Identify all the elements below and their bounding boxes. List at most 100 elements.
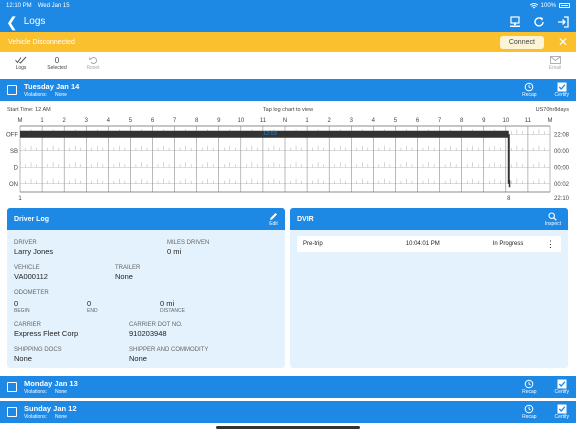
cursor-time-label: 12:03: [263, 131, 277, 137]
certify-check-icon: [557, 379, 567, 389]
logs-tool-label: Logs: [15, 65, 27, 71]
logs-tool[interactable]: Logs: [10, 55, 32, 71]
more-vert-icon[interactable]: ⋮: [546, 239, 555, 249]
checkmarks-icon: [15, 55, 27, 65]
day-date: Monday Jan 13: [24, 379, 78, 388]
back-icon[interactable]: ❮: [6, 15, 18, 29]
day-violations: Violations: None: [24, 414, 67, 420]
vehicle-connect-icon[interactable]: [508, 15, 522, 29]
vehicle-disconnected-banner: Vehicle Disconnected Connect ✕: [0, 32, 576, 52]
hour-tick-label: 4: [372, 118, 376, 124]
hour-tick-label: 5: [129, 118, 133, 124]
recap-button[interactable]: Recap: [522, 404, 537, 420]
status-row-label: ON: [9, 182, 18, 188]
page-title: Logs: [23, 16, 46, 27]
hour-tick-label: 8: [460, 118, 464, 124]
day-violations: Violations: None: [24, 389, 67, 395]
dvir-title: DVIR: [297, 215, 314, 223]
day-checkbox[interactable]: [7, 85, 17, 95]
day-actions: Recap Certify: [522, 404, 569, 420]
recap-button[interactable]: Recap: [522, 82, 537, 98]
odometer-distance: 0 mi DISTANCE: [160, 299, 185, 314]
recap-label: Recap: [522, 414, 537, 420]
status-row-label: OFF: [6, 132, 18, 138]
status-row-label: SB: [10, 149, 18, 155]
status-row-label: D: [14, 165, 19, 171]
home-indicator: [216, 426, 360, 429]
carrier-field: CARRIER Express Fleet Corp: [14, 322, 79, 338]
status-right: 100%: [529, 2, 570, 9]
row-total-label: 00:00: [554, 149, 570, 155]
miles-field: MILES DRIVEN 0 mi: [167, 240, 210, 256]
dvir-row[interactable]: Pre-trip 10:04:01 PM In Progress ⋮: [297, 236, 561, 252]
day-checkbox[interactable]: [7, 382, 17, 392]
undo-icon: [88, 55, 98, 65]
dvir-status: In Progress: [492, 241, 524, 247]
hour-tick-label: 9: [217, 118, 221, 124]
day-row-jan-13[interactable]: Monday Jan 13 Violations: None Recap Cert…: [0, 376, 576, 398]
pencil-icon: [270, 212, 277, 220]
chart-ruleset: US70hr8days: [535, 107, 569, 113]
hour-tick-label: 11: [525, 118, 532, 124]
shipping-docs-field: SHIPPING DOCS None: [14, 347, 62, 363]
hour-tick-label: 11: [260, 118, 267, 124]
close-icon[interactable]: ✕: [558, 35, 568, 49]
log-grid[interactable]: M 1 2 3 4 5 6 7 8 9 10 11 N 1 2 3 4 5 6 7 8 9 10 11 M OFF 22:08 SB 0…: [0, 114, 576, 200]
recap-button[interactable]: Recap: [522, 379, 537, 395]
dvir-panel: DVIR Inspect Pre-trip 10:04:01 PM In Pro…: [290, 208, 568, 368]
day-checkbox[interactable]: [7, 407, 17, 417]
hour-tick-label: 1: [40, 118, 44, 124]
trailer-field: TRAILER None: [115, 265, 141, 281]
battery-percent: 100%: [540, 2, 556, 9]
selected-counter: 0 Selected: [46, 55, 68, 72]
hour-tick-label: 8: [195, 118, 199, 124]
driver-log-panel: Driver Log Edit DRIVER Larry Jones MILES …: [7, 208, 285, 368]
connect-button[interactable]: Connect: [499, 35, 544, 49]
log-chart[interactable]: Start Time: 12 AM Tap log chart to view …: [0, 104, 576, 200]
bottom-marker-label: 8: [507, 196, 511, 200]
hour-tick-label: 4: [107, 118, 111, 124]
odometer-begin: 0 BEGIN: [14, 299, 30, 314]
inspect-label: Inspect: [544, 220, 561, 227]
certify-button[interactable]: Certify: [555, 379, 569, 395]
day-violations: Violations: None: [24, 92, 67, 98]
dvir-time: 10:04:01 PM: [405, 241, 440, 247]
carrier-dot-field: CARRIER DOT NO. 910203948: [129, 322, 183, 338]
day-row-jan-12[interactable]: Sunday Jan 12 Violations: None Recap Cert…: [0, 401, 576, 423]
wifi-icon: [529, 2, 538, 8]
hour-tick-label: 3: [350, 118, 354, 124]
certify-label: Certify: [554, 92, 569, 98]
logout-icon[interactable]: [556, 15, 570, 29]
driver-log-header: Driver Log Edit: [7, 208, 285, 230]
day-info: Monday Jan 13 Violations: None: [24, 379, 78, 395]
email-tool[interactable]: Email: [544, 55, 566, 71]
hour-tick-label: 5: [394, 118, 398, 124]
history-icon: [524, 404, 534, 414]
selected-label: Selected: [47, 65, 67, 71]
recap-label: Recap: [522, 92, 537, 98]
day-info: Sunday Jan 12 Violations: None: [24, 404, 77, 420]
day-row-jan-14[interactable]: Tuesday Jan 14 Violations: None Recap Cer…: [0, 79, 576, 101]
hour-tick-label: 2: [62, 118, 66, 124]
hour-tick-label: 7: [438, 118, 442, 124]
history-icon: [524, 379, 534, 389]
edit-button[interactable]: Edit: [269, 212, 278, 227]
reset-tool[interactable]: Reset: [82, 55, 104, 71]
shipper-commodity-field: SHIPPER AND COMMODITY None: [129, 347, 209, 363]
certify-check-icon: [557, 82, 567, 92]
dvir-header: DVIR Inspect: [290, 208, 568, 230]
left-marker-label: 1: [18, 196, 22, 200]
chart-tap-hint: Tap log chart to view: [262, 107, 314, 113]
edit-label: Edit: [269, 220, 278, 227]
hour-tick-label: 2: [327, 118, 331, 124]
odometer-end: 0 END: [87, 299, 98, 314]
hour-tick-label: M: [18, 118, 23, 124]
hour-tick-label: 1: [305, 118, 309, 124]
certify-button[interactable]: Certify: [555, 404, 569, 420]
day-actions: Recap Certify: [522, 82, 569, 98]
day-date: Tuesday Jan 14: [24, 82, 80, 91]
refresh-icon[interactable]: [532, 15, 546, 29]
row-total-label: 00:02: [554, 182, 570, 188]
certify-button[interactable]: Certify: [555, 82, 569, 98]
inspect-button[interactable]: Inspect: [544, 211, 561, 227]
